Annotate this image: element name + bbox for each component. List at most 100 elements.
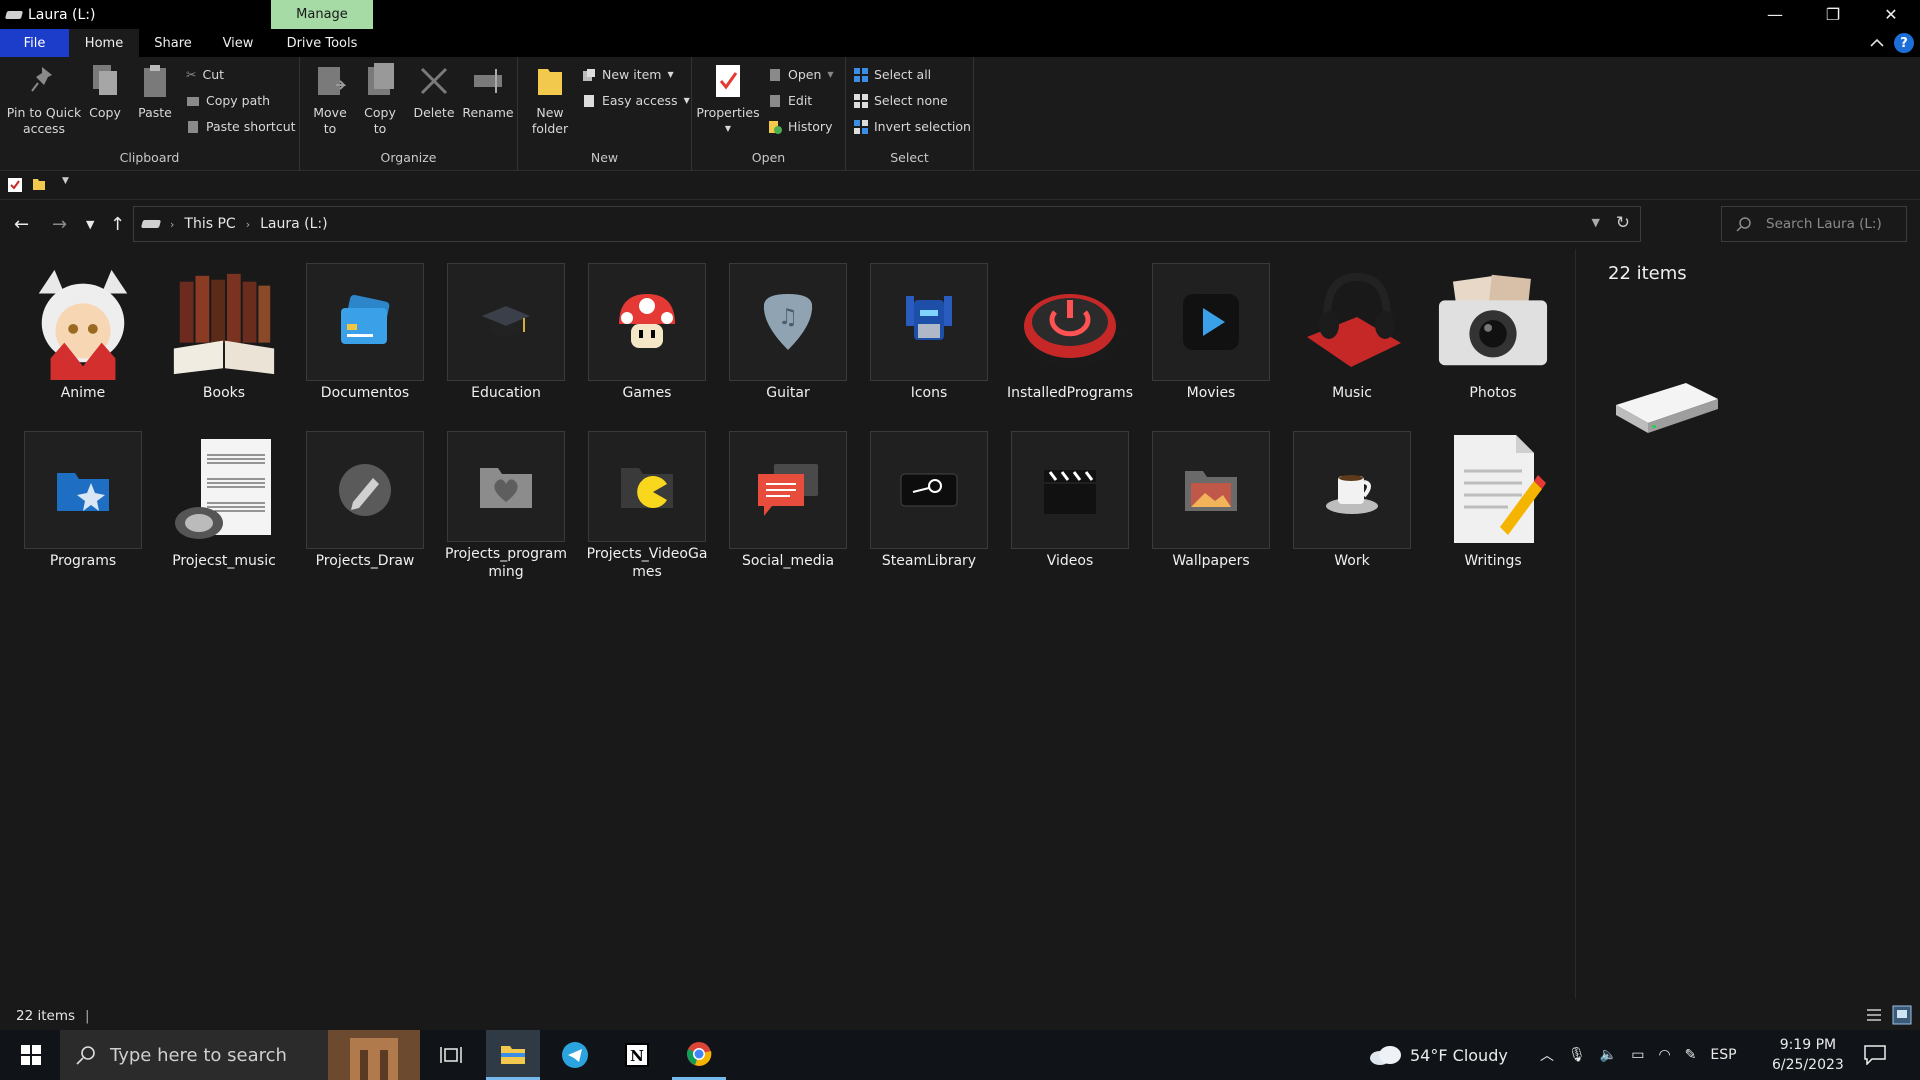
delete-button[interactable]: Delete xyxy=(412,63,456,121)
tab-view[interactable]: View xyxy=(207,29,269,57)
properties-checkmark-icon xyxy=(716,65,740,97)
folder-item-programs[interactable]: Programs xyxy=(16,417,150,581)
breadcrumb-this-pc[interactable]: This PC xyxy=(184,216,235,232)
tab-share[interactable]: Share xyxy=(139,29,207,57)
search-input[interactable]: Search Laura (L:) xyxy=(1721,206,1907,242)
cut-button[interactable]: ✂ Cut xyxy=(186,67,224,82)
folder-item-anime[interactable]: Anime xyxy=(16,249,150,413)
weather-widget[interactable]: 54°F Cloudy xyxy=(1368,1030,1508,1080)
help-icon[interactable]: ? xyxy=(1894,33,1914,53)
folder-item-projects-draw[interactable]: Projects_Draw xyxy=(298,417,432,581)
select-all-button[interactable]: Select all xyxy=(854,67,931,82)
forward-arrow-icon[interactable]: → xyxy=(52,214,67,235)
item-label: Projecst_music xyxy=(172,553,276,569)
taskbar-telegram[interactable] xyxy=(548,1030,602,1080)
show-hidden-icons-chevron-icon[interactable]: ︿ xyxy=(1540,1045,1554,1065)
folder-item-steamlibrary[interactable]: SteamLibrary xyxy=(862,417,996,581)
folder-item-books[interactable]: Books xyxy=(157,249,291,413)
up-arrow-icon[interactable]: ↑ xyxy=(110,214,125,235)
folder-item-projecst-music[interactable]: Projecst_music xyxy=(157,417,291,581)
open-button[interactable]: Open ▼ xyxy=(768,67,834,82)
folder-item-documentos[interactable]: Documentos xyxy=(298,249,432,413)
address-history-chevron-icon[interactable]: ▼ xyxy=(1592,216,1600,229)
copy-button[interactable]: Copy xyxy=(84,63,126,121)
taskbar-search-box[interactable]: Type here to search xyxy=(60,1030,420,1080)
folder-item-projects-videogames[interactable]: Projects_VideoGames xyxy=(580,417,714,581)
clipboard-icon xyxy=(144,65,166,97)
folder-item-wallpapers[interactable]: Wallpapers xyxy=(1144,417,1278,581)
maximize-button[interactable]: ❐ xyxy=(1804,0,1862,29)
pin-to-quick-access-button[interactable]: Pin to Quick access xyxy=(4,63,84,137)
notification-icon xyxy=(1864,1045,1886,1065)
details-view-icon[interactable] xyxy=(1864,1005,1884,1025)
invert-selection-button[interactable]: Invert selection xyxy=(854,119,971,134)
item-label: Projects_VideoGames xyxy=(586,546,708,580)
select-none-button[interactable]: Select none xyxy=(854,93,948,108)
refresh-icon[interactable]: ↻ xyxy=(1616,213,1630,233)
copy-to-button[interactable]: Copy to xyxy=(358,63,402,137)
folder-item-installedprograms[interactable]: InstalledPrograms xyxy=(1003,249,1137,413)
folder-item-guitar[interactable]: ♫ Guitar xyxy=(721,249,855,413)
power-button-icon xyxy=(1018,294,1122,368)
status-item-count: 22 items xyxy=(16,1007,76,1024)
new-folder-button[interactable]: New folder xyxy=(530,63,570,137)
paste-button[interactable]: Paste xyxy=(134,63,176,121)
folder-item-projects-programming[interactable]: Projects_programming xyxy=(439,417,573,581)
start-button[interactable] xyxy=(4,1030,58,1080)
move-to-button[interactable]: Move to xyxy=(308,63,352,137)
rename-button[interactable]: Rename xyxy=(462,63,514,121)
large-icons-view-icon[interactable] xyxy=(1892,1005,1912,1025)
language-indicator[interactable]: ESP xyxy=(1710,1047,1736,1063)
address-bar[interactable]: › This PC › Laura (L:) ▼ ↻ xyxy=(133,206,1641,242)
taskbar-notion[interactable]: N xyxy=(610,1030,664,1080)
new-folder-qat-icon[interactable] xyxy=(32,177,46,191)
manage-tab[interactable]: Manage xyxy=(271,0,373,29)
history-button[interactable]: History xyxy=(768,119,832,134)
taskbar-chrome[interactable] xyxy=(672,1030,726,1080)
search-placeholder: Search Laura (L:) xyxy=(1766,216,1882,232)
picture-folder-icon xyxy=(1185,471,1237,511)
move-to-icon xyxy=(318,67,346,95)
task-view-icon xyxy=(440,1047,462,1063)
back-arrow-icon[interactable]: ← xyxy=(14,214,29,235)
clipboard-group-label: Clipboard xyxy=(119,150,180,165)
properties-qat-icon[interactable] xyxy=(8,178,22,192)
folder-item-videos[interactable]: Videos xyxy=(1003,417,1137,581)
breadcrumb-laura-drive[interactable]: Laura (L:) xyxy=(260,216,327,232)
edit-button[interactable]: Edit xyxy=(768,93,812,108)
taskbar-file-explorer[interactable] xyxy=(486,1030,540,1080)
recent-locations-chevron-icon[interactable]: ▼ xyxy=(86,218,94,231)
battery-icon[interactable]: ▭ xyxy=(1631,1047,1644,1063)
folder-item-education[interactable]: Education xyxy=(439,249,573,413)
pen-icon[interactable]: ✎ xyxy=(1685,1047,1697,1063)
folder-item-movies[interactable]: Movies xyxy=(1144,249,1278,413)
clock[interactable]: 9:19 PM 6/25/2023 xyxy=(1772,1030,1844,1080)
folder-item-work[interactable]: Work xyxy=(1285,417,1419,581)
tab-file[interactable]: File xyxy=(0,29,69,57)
microphone-icon[interactable]: 🎙 xyxy=(1568,1047,1586,1063)
new-item-button[interactable]: New item ▼ xyxy=(582,67,674,82)
tab-home[interactable]: Home xyxy=(69,29,139,57)
close-button[interactable]: ✕ xyxy=(1862,0,1920,29)
folder-item-photos[interactable]: Photos xyxy=(1426,249,1560,413)
easy-access-button[interactable]: Easy access ▼ xyxy=(582,93,690,108)
collapse-ribbon-icon[interactable] xyxy=(1870,38,1884,48)
search-icon xyxy=(76,1046,95,1065)
task-view-button[interactable] xyxy=(424,1030,478,1080)
folder-item-writings[interactable]: Writings xyxy=(1426,417,1560,581)
volume-icon[interactable]: 🔈 xyxy=(1600,1047,1617,1063)
tab-drive-tools[interactable]: Drive Tools xyxy=(271,29,373,57)
wifi-icon[interactable]: ◠ xyxy=(1658,1047,1670,1063)
folder-item-music[interactable]: Music xyxy=(1285,249,1419,413)
folder-item-social-media[interactable]: Social_media xyxy=(721,417,855,581)
clapperboard-icon xyxy=(1044,470,1096,514)
copy-path-button[interactable]: Copy path xyxy=(186,93,270,108)
paste-shortcut-button[interactable]: Paste shortcut xyxy=(186,119,296,134)
properties-button[interactable]: Properties ▼ xyxy=(696,63,760,137)
notification-center-button[interactable] xyxy=(1864,1030,1886,1080)
folder-item-icons[interactable]: Icons xyxy=(862,249,996,413)
customize-qat-icon[interactable]: ▼ xyxy=(62,176,69,186)
sheet-music-icon xyxy=(175,439,271,539)
folder-item-games[interactable]: Games xyxy=(580,249,714,413)
minimize-button[interactable]: — xyxy=(1746,0,1804,29)
